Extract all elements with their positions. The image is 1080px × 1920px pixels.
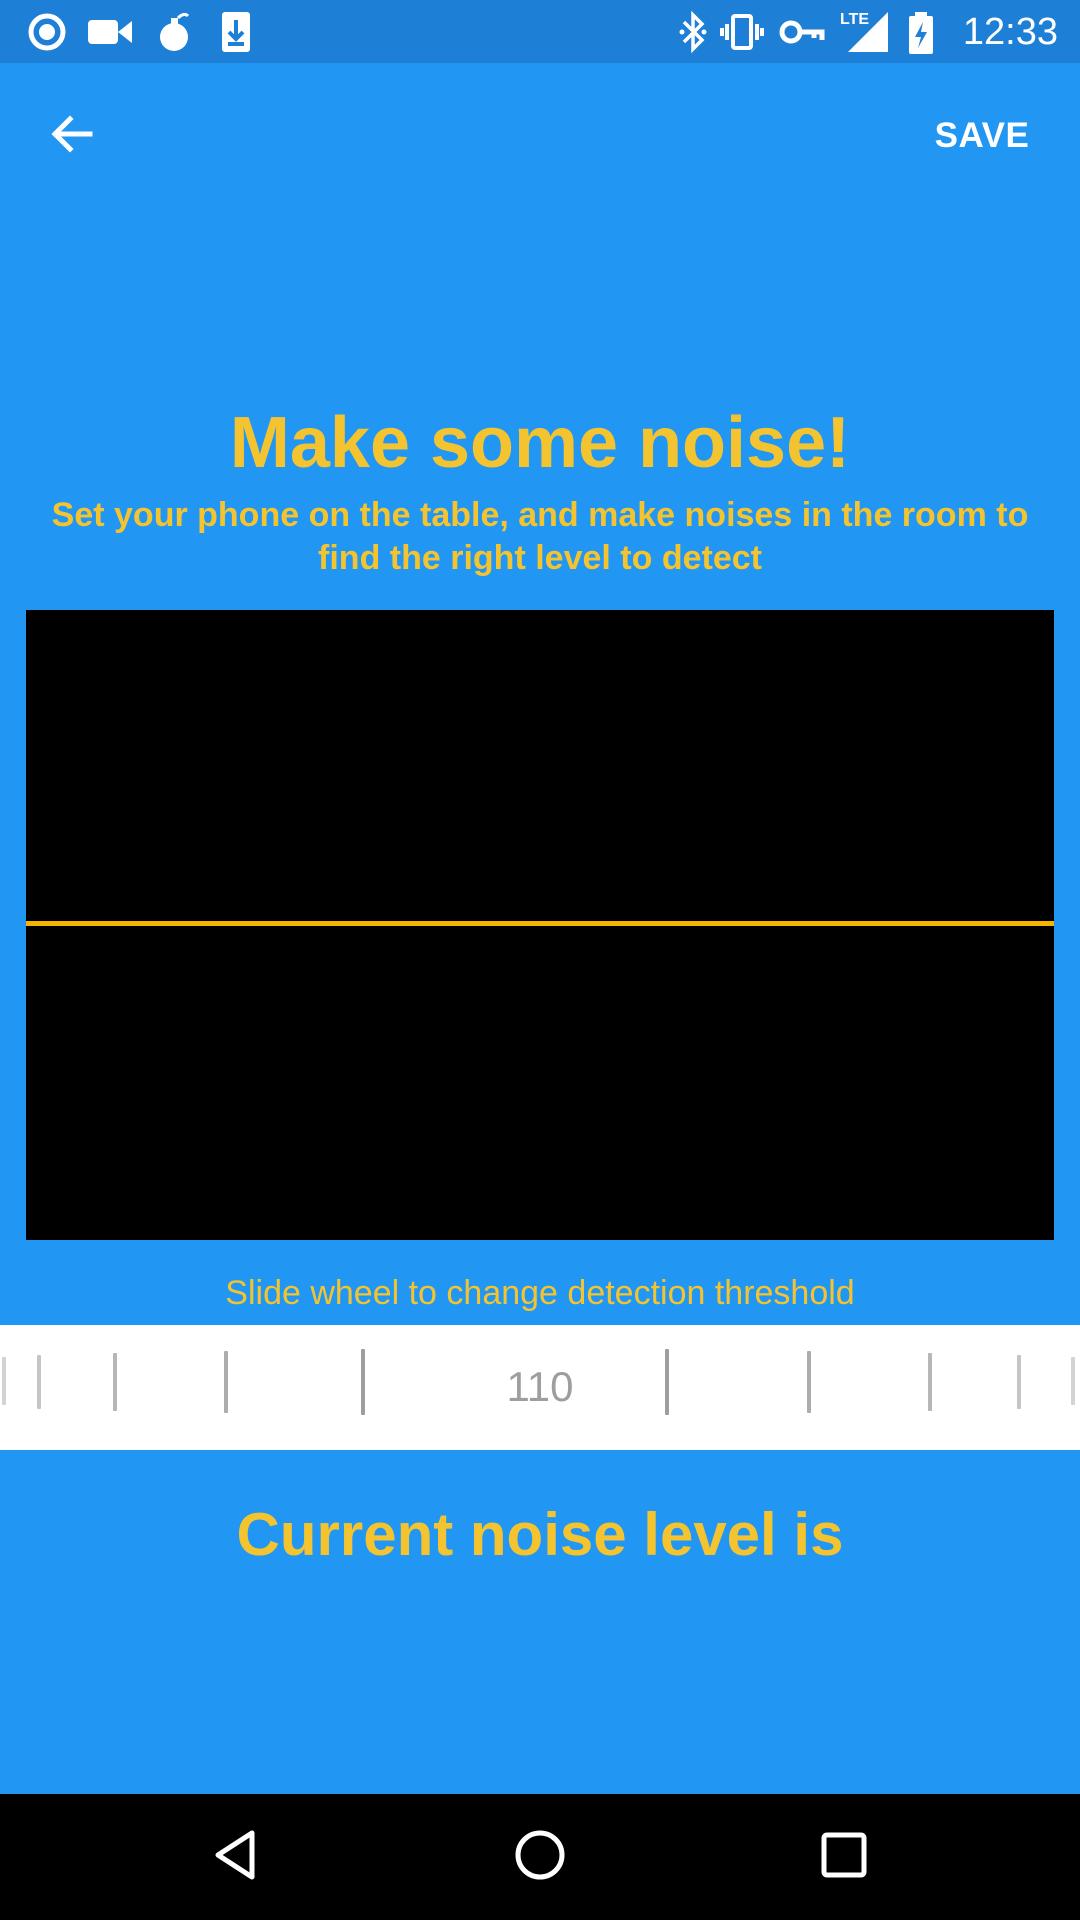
radio-button-icon bbox=[28, 10, 68, 59]
wheel-tick bbox=[665, 1349, 669, 1415]
wheel-tick bbox=[37, 1355, 41, 1409]
wheel-tick bbox=[928, 1353, 932, 1411]
wheel-hint: Slide wheel to change detection threshol… bbox=[225, 1274, 855, 1312]
wheel-tick bbox=[224, 1351, 228, 1413]
arrow-back-icon bbox=[48, 110, 96, 163]
threshold-wheel[interactable]: 110 bbox=[0, 1325, 1080, 1450]
threshold-line bbox=[26, 921, 1054, 926]
nav-home-button[interactable] bbox=[504, 1821, 576, 1893]
save-button[interactable]: SAVE bbox=[912, 104, 1052, 168]
wheel-tick bbox=[807, 1351, 811, 1413]
nav-back-button[interactable] bbox=[200, 1821, 272, 1893]
video-camera-icon bbox=[86, 10, 136, 59]
battery-charging-icon bbox=[906, 8, 936, 61]
wheel-value: 110 bbox=[506, 1363, 574, 1410]
current-noise-label: Current noise level is bbox=[236, 1501, 844, 1568]
status-time: 12:33 bbox=[962, 11, 1058, 53]
wheel-tick bbox=[2, 1357, 6, 1405]
wheel-tick bbox=[113, 1353, 117, 1411]
noise-visualizer bbox=[26, 610, 1054, 1240]
recents-square-icon bbox=[816, 1827, 872, 1888]
page-title: Make some noise! bbox=[229, 403, 851, 483]
lte-label: LTE bbox=[840, 11, 869, 28]
vibrate-icon bbox=[718, 8, 766, 61]
back-triangle-icon bbox=[208, 1827, 264, 1888]
nav-recents-button[interactable] bbox=[808, 1821, 880, 1893]
status-bar: LTE 12:33 bbox=[0, 0, 1080, 63]
wheel-tick bbox=[1017, 1355, 1021, 1409]
wheel-tick bbox=[361, 1349, 365, 1415]
back-button[interactable] bbox=[36, 100, 108, 172]
bluetooth-icon bbox=[678, 8, 708, 61]
page-subtitle: Set your phone on the table, and make no… bbox=[51, 496, 1029, 577]
system-nav-bar bbox=[0, 1794, 1080, 1920]
bomb-icon bbox=[156, 10, 196, 59]
download-icon bbox=[218, 10, 254, 59]
lte-signal-icon: LTE bbox=[838, 8, 892, 61]
home-circle-icon bbox=[512, 1827, 568, 1888]
vpn-key-icon bbox=[778, 8, 826, 61]
wheel-tick bbox=[1071, 1357, 1075, 1405]
